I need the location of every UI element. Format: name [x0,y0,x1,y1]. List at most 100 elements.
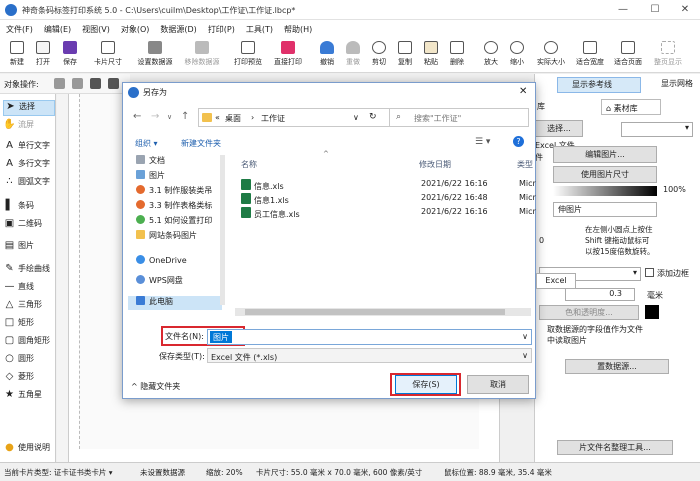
menu-file[interactable]: 文件(F) [0,20,38,35]
file-row[interactable]: 信息.xls 2021/6/22 16:16 Micr [237,177,536,191]
excel-button[interactable]: Excel [536,273,576,289]
dropdown-top[interactable]: ▾ [621,122,693,137]
tool-single-text[interactable]: A 单行文字 [3,140,55,156]
minimize-button[interactable]: — [616,3,630,17]
card-size-button[interactable]: 卡片尺寸 [90,39,126,71]
search-box[interactable]: ⌕ 搜索"工作证" [389,108,529,127]
tool-rounded-rect[interactable]: ▢ 圆角矩形 [3,335,55,351]
tool-triangle[interactable]: △ 三角形 [3,299,55,315]
nav-wps[interactable]: WPS网盘 [136,275,183,289]
use-image-size-button[interactable]: 使用图片尺寸 [553,166,657,183]
border-width-value[interactable]: 0.3 [565,288,635,301]
actual-size-button[interactable]: 实际大小 [533,39,569,71]
tab-materials[interactable]: ⌂ 素材库 [601,99,661,115]
show-guides-toggle[interactable]: 显示参考线 [557,77,641,93]
nav-forward-icon[interactable]: → [151,111,159,122]
view-options-icon[interactable]: ☰ ▾ [475,137,490,147]
filename-input[interactable]: 图片 ∨ [207,329,532,345]
menu-help[interactable]: 帮助(H) [278,20,317,35]
tool-rectangle[interactable]: □ 矩形 [3,317,55,333]
set-datasource-panel-button[interactable]: 置数据源... [565,359,669,374]
stretch-image-button[interactable]: 伸图片 [553,202,657,217]
save-toolbar-button[interactable]: 保存 [55,39,85,71]
edit-image-button[interactable]: 编辑图片... [553,146,657,163]
nav-back-icon[interactable]: ← [133,111,141,122]
help-icon[interactable]: ? [513,136,524,147]
close-button[interactable]: ✕ [678,3,692,17]
fit-width-button[interactable]: 适合宽度 [572,39,608,71]
tool-image[interactable]: ▤ 图片 [3,240,55,256]
menu-datasource[interactable]: 数据源(D) [154,20,201,35]
layer-down-icon[interactable] [72,78,83,89]
print-preview-button[interactable]: 打印预览 [230,39,266,71]
file-row[interactable]: 信息1.xls 2021/6/22 16:48 Micr [237,191,536,205]
restore-button[interactable]: ☐ [648,3,662,17]
nav-dropdown-icon[interactable]: ∨ [167,113,172,121]
status-card-type[interactable]: 当前卡片类型: 证卡证书类卡片 ▾ [4,467,113,478]
dialog-close-button[interactable]: ✕ [519,86,527,97]
opacity-slider[interactable] [553,186,657,196]
nav-onedrive[interactable]: OneDrive [136,255,187,269]
menu-print[interactable]: 打印(P) [202,20,240,35]
tool-diamond[interactable]: ◇ 菱形 [3,371,55,387]
file-row[interactable]: 员工信息.xls 2021/6/22 16:16 Micr [237,205,536,219]
menu-object[interactable]: 对象(O) [115,20,155,35]
column-modified[interactable]: 修改日期 [419,159,451,170]
hide-folders-toggle[interactable]: ^ 隐藏文件夹 [131,381,180,392]
nav-this-pc[interactable]: 此电脑 [128,296,222,310]
open-button[interactable]: 打开 [28,39,58,71]
save-button[interactable]: 保存(S) [395,375,457,394]
nav-pictures[interactable]: 图片 [136,170,165,184]
filename-dropdown-icon[interactable]: ∨ [522,332,528,341]
tool-star[interactable]: ★ 五角星 [3,389,55,405]
layer-top-icon[interactable] [90,78,101,89]
zoom-out-button[interactable]: 缩小 [502,39,532,71]
refresh-icon[interactable]: ↻ [369,112,377,122]
address-dropdown-icon[interactable]: ∨ [353,113,359,122]
nav-recent-2[interactable]: 3.3 制作表格类标 [136,200,212,214]
tool-arc-text[interactable]: ∴ 圆弧文字 [3,176,55,192]
tool-circle[interactable]: ○ 圆形 [3,353,55,369]
breadcrumb-workcard[interactable]: 工作证 [261,113,285,124]
breadcrumb-desktop[interactable]: 桌面 [225,113,241,124]
column-type[interactable]: 类型 [517,159,533,170]
organize-menu[interactable]: 组织 ▾ [135,138,158,149]
nav-up-icon[interactable]: ↑ [181,111,189,122]
fit-page-button[interactable]: 适合页面 [610,39,646,71]
whole-page-button[interactable]: 整页显示 [650,39,686,71]
filetype-dropdown-icon[interactable]: ∨ [522,351,528,360]
layer-up-icon[interactable] [54,78,65,89]
remove-datasource-button[interactable]: 移除数据源 [180,39,224,71]
nav-scrollbar[interactable] [220,155,225,305]
tool-line[interactable]: — 直线 [3,281,55,297]
nav-barcode-images[interactable]: 网站条码图片 [136,230,197,244]
delete-button[interactable]: 删除 [442,39,472,71]
align-icon[interactable] [108,78,119,89]
menu-edit[interactable]: 编辑(E) [38,20,76,35]
set-datasource-button[interactable]: 设置数据源 [133,39,177,71]
filetype-select[interactable]: Excel 文件 (*.xls) ∨ [207,348,532,363]
tab-library[interactable]: 库 [537,101,545,112]
nav-recent-1[interactable]: 3.1 制作服装类吊 [136,185,212,199]
choose-button[interactable]: 选择... [535,120,583,137]
tool-select[interactable]: ➤ 选择 [3,100,55,116]
direct-print-button[interactable]: 直接打印 [270,39,306,71]
color-transparency-button[interactable]: 色和透明度... [539,305,639,320]
tool-barcode[interactable]: ▌ 条码 [3,200,55,216]
color-swatch[interactable] [645,305,659,319]
menu-tools[interactable]: 工具(T) [240,20,278,35]
add-border-checkbox[interactable] [645,268,654,277]
tool-multi-text[interactable]: A 多行文字 [3,158,55,174]
nav-recent-3[interactable]: 5.1 如何设置打印 [136,215,212,229]
cancel-button[interactable]: 取消 [467,375,529,394]
image-filename-tool-button[interactable]: 片文件名整理工具... [557,440,673,455]
scroll-thumb[interactable] [245,309,505,315]
help-link[interactable]: ● 使用说明 [3,442,55,458]
horizontal-scrollbar[interactable] [235,308,531,316]
tool-qrcode[interactable]: ▣ 二维码 [3,218,55,234]
new-folder-button[interactable]: 新建文件夹 [181,138,221,149]
tool-freehand[interactable]: ✎ 手绘曲线 [3,263,55,279]
menu-view[interactable]: 视图(V) [76,20,115,35]
tool-pan[interactable]: ✋ 流屏 [3,119,55,135]
show-grid-toggle[interactable]: 显示网格 [647,77,700,93]
